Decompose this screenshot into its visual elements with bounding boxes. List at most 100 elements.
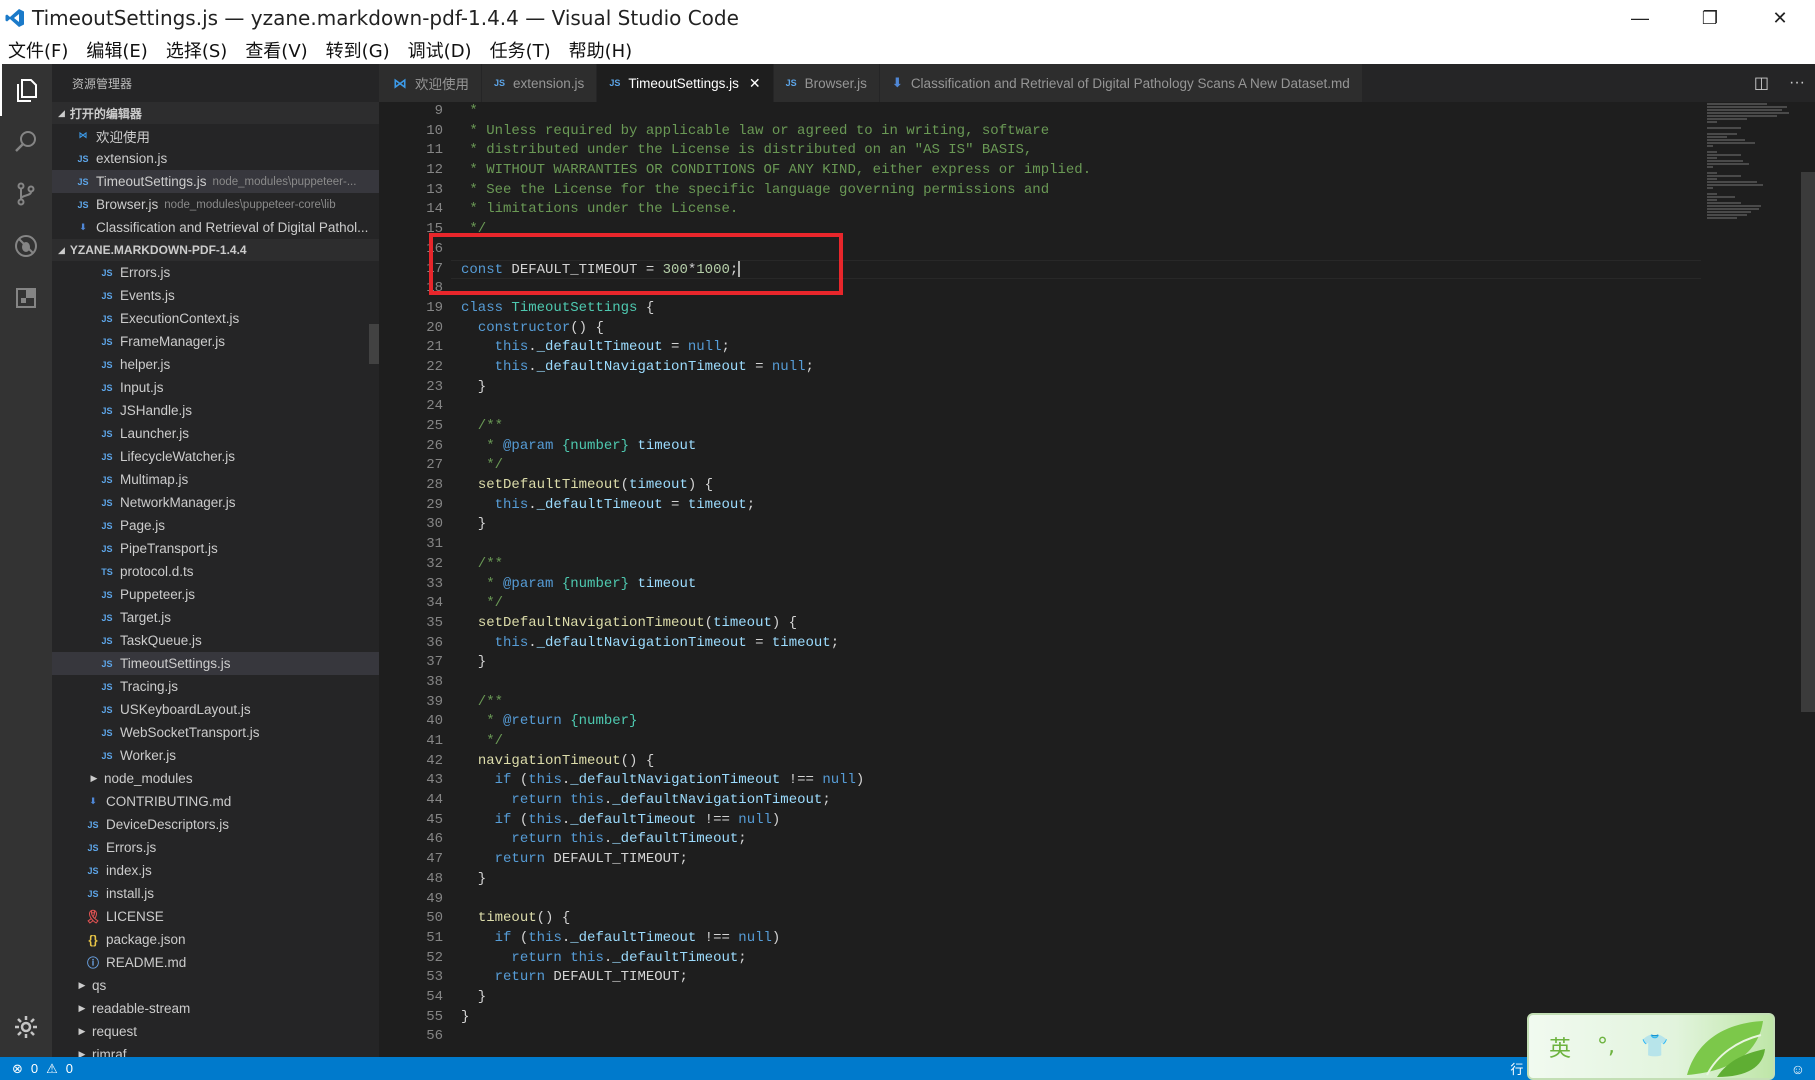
menu-view[interactable]: 查看(V) — [245, 37, 307, 63]
menu-edit[interactable]: 编辑(E) — [86, 37, 147, 63]
code-line[interactable]: */ — [451, 456, 1701, 476]
file-item[interactable]: ⬇ CONTRIBUTING.md — [52, 790, 379, 813]
code-line[interactable]: this._defaultNavigationTimeout = null; — [451, 358, 1701, 378]
code-line[interactable]: * distributed under the License is distr… — [451, 141, 1701, 161]
code-line[interactable]: } — [451, 988, 1701, 1008]
code-line[interactable]: return DEFAULT_TIMEOUT; — [451, 850, 1701, 870]
folder-item[interactable]: ▶ rimraf — [52, 1043, 379, 1057]
code-line[interactable]: this._defaultNavigationTimeout = timeout… — [451, 634, 1701, 654]
menu-tasks[interactable]: 任务(T) — [490, 37, 551, 63]
code-line[interactable]: class TimeoutSettings { — [451, 299, 1701, 319]
code-line[interactable] — [451, 673, 1701, 693]
ime-punctuation-toggle[interactable]: °, — [1597, 1034, 1615, 1059]
open-editor-item[interactable]: JS extension.js — [52, 147, 379, 170]
code-line[interactable]: return this._defaultTimeout; — [451, 830, 1701, 850]
file-item[interactable]: JS Input.js — [52, 376, 379, 399]
source-control-icon[interactable] — [0, 168, 52, 220]
code-line[interactable]: * — [451, 102, 1701, 122]
code-line[interactable]: /** — [451, 693, 1701, 713]
file-item[interactable]: ⓘ README.md — [52, 951, 379, 974]
menu-selection[interactable]: 选择(S) — [166, 37, 227, 63]
file-item[interactable]: {} package.json — [52, 928, 379, 951]
code-line[interactable]: * limitations under the License. — [451, 200, 1701, 220]
restore-button[interactable]: ❐ — [1675, 0, 1745, 36]
code-line[interactable]: */ — [451, 732, 1701, 752]
debug-icon[interactable] — [0, 220, 52, 272]
ime-toolbar[interactable]: 英 °, 👕 — [1527, 1013, 1775, 1080]
close-tab-icon[interactable]: ✕ — [749, 75, 761, 92]
file-item[interactable]: JS Errors.js — [52, 261, 379, 284]
file-item[interactable]: JS Launcher.js — [52, 422, 379, 445]
file-item[interactable]: JS NetworkManager.js — [52, 491, 379, 514]
editor-tab[interactable]: ⬇ Classification and Retrieval of Digital… — [879, 64, 1363, 102]
problems-indicator[interactable]: ⊗ 0 ⚠ 0 — [0, 1061, 73, 1077]
code-line[interactable] — [451, 279, 1701, 299]
code-line[interactable]: this._defaultTimeout = timeout; — [451, 496, 1701, 516]
code-line[interactable]: /** — [451, 417, 1701, 437]
file-item[interactable]: JS Multimap.js — [52, 468, 379, 491]
file-item[interactable]: JS helper.js — [52, 353, 379, 376]
code-line[interactable]: setDefaultNavigationTimeout(timeout) { — [451, 614, 1701, 634]
folder-item[interactable]: ▶ qs — [52, 974, 379, 997]
file-item[interactable]: JS TaskQueue.js — [52, 629, 379, 652]
search-icon[interactable] — [0, 116, 52, 168]
file-item[interactable]: JS Errors.js — [52, 836, 379, 859]
code-line[interactable]: } — [451, 515, 1701, 535]
code-line[interactable]: } — [451, 653, 1701, 673]
open-editor-item[interactable]: JS TimeoutSettings.js node_modules\puppete… — [52, 170, 379, 193]
file-item[interactable]: JS JSHandle.js — [52, 399, 379, 422]
menu-debug[interactable]: 调试(D) — [408, 37, 472, 63]
file-item[interactable]: JS Tracing.js — [52, 675, 379, 698]
code-line[interactable]: return DEFAULT_TIMEOUT; — [451, 968, 1701, 988]
menu-help[interactable]: 帮助(H) — [569, 37, 633, 63]
code-line[interactable]: return this._defaultTimeout; — [451, 949, 1701, 969]
file-item[interactable]: TS protocol.d.ts — [52, 560, 379, 583]
file-item[interactable]: JS Puppeteer.js — [52, 583, 379, 606]
ime-language-toggle[interactable]: 英 — [1549, 1031, 1571, 1063]
more-actions-icon[interactable]: ··· — [1789, 74, 1805, 92]
explorer-icon[interactable] — [0, 64, 52, 116]
editor-tab[interactable]: JS TimeoutSettings.js ✕ — [597, 64, 774, 102]
code-line[interactable]: } — [451, 1008, 1701, 1028]
file-item[interactable]: JS Target.js — [52, 606, 379, 629]
code-line[interactable]: this._defaultTimeout = null; — [451, 338, 1701, 358]
file-item[interactable]: JS DeviceDescriptors.js — [52, 813, 379, 836]
minimap[interactable] — [1701, 102, 1815, 1057]
code-line[interactable]: * Unless required by applicable law or a… — [451, 122, 1701, 142]
split-editor-icon[interactable]: ◫ — [1754, 73, 1769, 93]
code-editor[interactable]: 9 10 11 12 13 14 15 16 17 18 19 20 21 22 23 24 25 26 27 28 2… — [379, 102, 1815, 1057]
editor-tab[interactable]: ⋈ 欢迎使用 — [379, 64, 482, 102]
code-line[interactable]: navigationTimeout() { — [451, 752, 1701, 772]
open-editor-item[interactable]: ⋈ 欢迎使用 — [52, 124, 379, 147]
code-line[interactable]: } — [451, 870, 1701, 890]
code-line[interactable]: constructor() { — [451, 319, 1701, 339]
settings-gear-icon[interactable] — [0, 1005, 52, 1049]
sidebar-scrollbar[interactable] — [369, 324, 379, 364]
code-line[interactable]: * @return {number} — [451, 712, 1701, 732]
file-item[interactable]: JS Worker.js — [52, 744, 379, 767]
file-item[interactable]: JS USKeyboardLayout.js — [52, 698, 379, 721]
code-line[interactable]: timeout() { — [451, 909, 1701, 929]
open-editor-item[interactable]: JS Browser.js node_modules\puppeteer-core\… — [52, 193, 379, 216]
extensions-icon[interactable] — [0, 272, 52, 324]
code-lines[interactable]: * * Unless required by applicable law or… — [451, 102, 1701, 1047]
folder-item[interactable]: ▶ request — [52, 1020, 379, 1043]
file-item[interactable]: JS Events.js — [52, 284, 379, 307]
code-line[interactable]: * See the License for the specific langu… — [451, 181, 1701, 201]
code-line[interactable]: /** — [451, 555, 1701, 575]
folder-item[interactable]: ▶ readable-stream — [52, 997, 379, 1020]
menu-file[interactable]: 文件(F) — [8, 37, 68, 63]
code-line[interactable]: if (this._defaultTimeout !== null) — [451, 811, 1701, 831]
code-line[interactable]: if (this._defaultNavigationTimeout !== n… — [451, 771, 1701, 791]
code-line[interactable] — [451, 535, 1701, 555]
open-editor-item[interactable]: ⬇ Classification and Retrieval of Digital… — [52, 216, 379, 239]
folder-item[interactable]: ▶ node_modules — [52, 767, 379, 790]
file-item[interactable]: 🎗 LICENSE — [52, 905, 379, 928]
code-line[interactable]: } — [451, 378, 1701, 398]
file-item[interactable]: JS FrameManager.js — [52, 330, 379, 353]
code-line[interactable] — [451, 240, 1701, 260]
feedback-icon[interactable]: ☺ — [1791, 1057, 1805, 1080]
minimize-button[interactable]: — — [1605, 0, 1675, 36]
code-line[interactable]: */ — [451, 220, 1701, 240]
code-line[interactable]: * WITHOUT WARRANTIES OR CONDITIONS OF AN… — [451, 161, 1701, 181]
